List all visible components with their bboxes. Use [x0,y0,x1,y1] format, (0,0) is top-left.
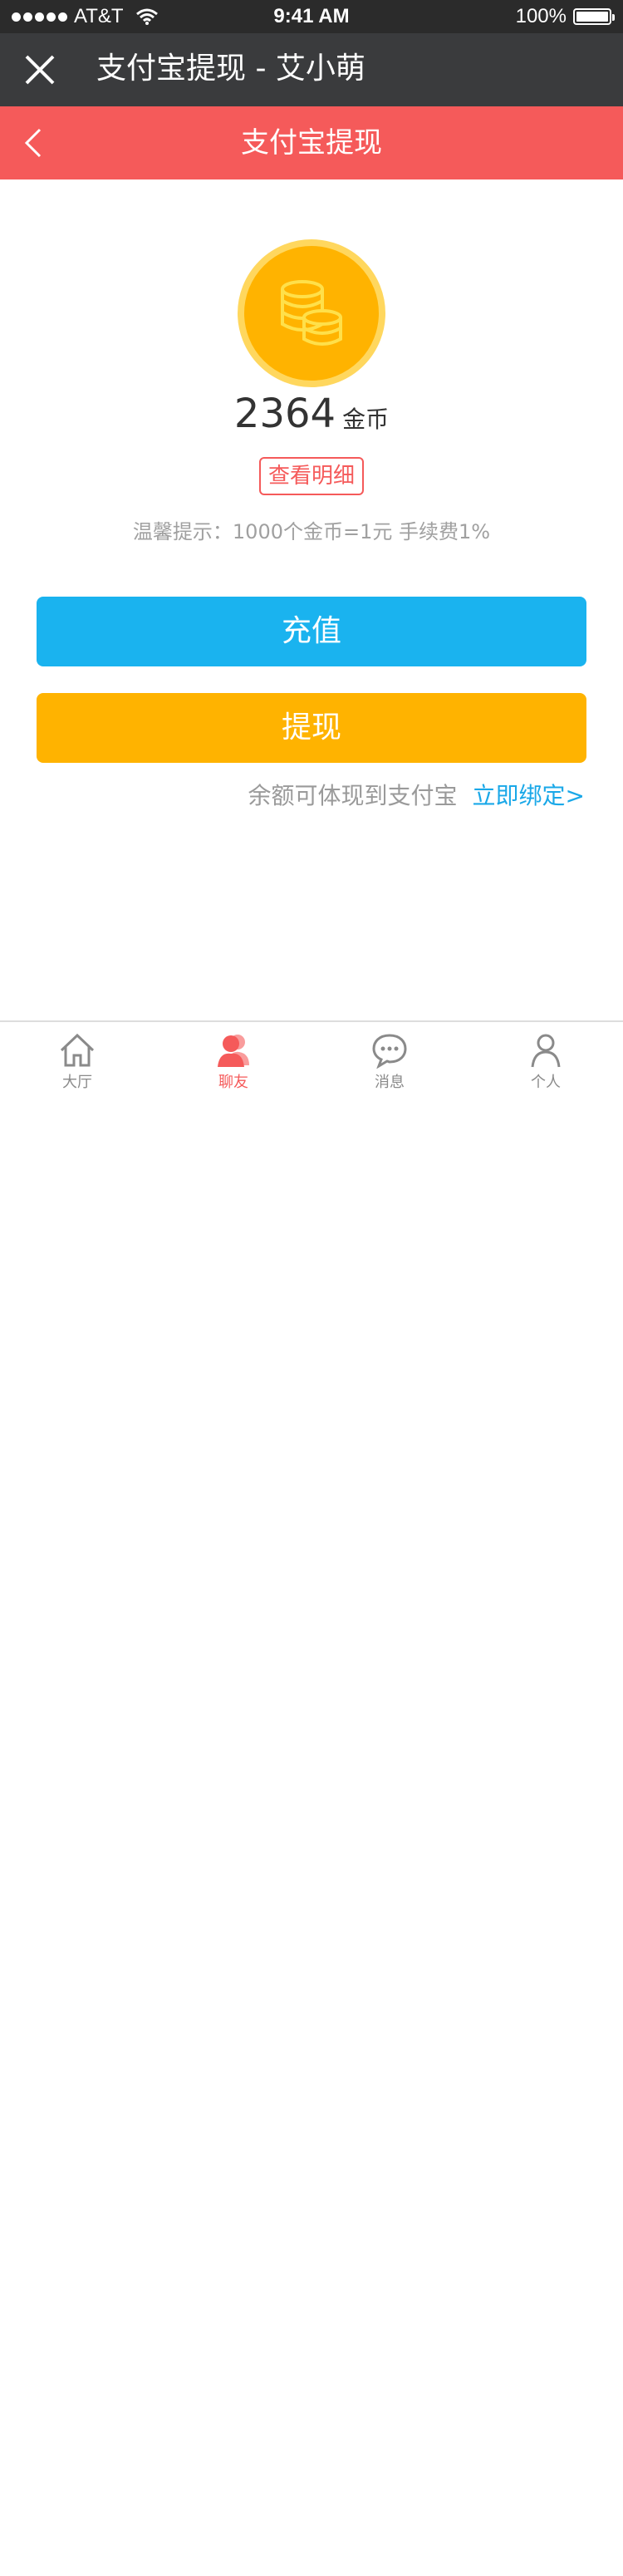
coin-balance: 2364 金币 [0,391,623,437]
home-icon [60,1033,95,1067]
webview-title-bar: 支付宝提现 - 艾小萌 [0,33,623,106]
view-details-button[interactable]: 查看明细 [259,457,364,495]
tab-label: 个人 [531,1074,561,1091]
bind-hint: 余额可体现到支付宝 [248,782,458,809]
message-icon [372,1034,407,1069]
coin-unit: 金币 [342,406,390,433]
battery-percent: 100% [515,5,567,27]
tab-label: 聊友 [218,1074,248,1091]
coins-badge [238,239,385,387]
recharge-button[interactable]: 充值 [37,597,586,666]
bind-alipay-row: 余额可体现到支付宝 立即绑定> [248,778,585,811]
person-icon [531,1034,561,1068]
bind-now-link[interactable]: 立即绑定> [473,782,585,809]
status-bar: AT&T 9:41 AM 100% [0,0,623,33]
tab-bar: 大厅 聊友 消息 个人 [0,1020,623,1104]
battery-icon [573,8,615,25]
tab-profile[interactable]: 个人 [500,1032,591,1092]
tab-label: 消息 [375,1074,405,1091]
page-header: 支付宝提现 [0,106,623,179]
webview-title: 支付宝提现 - 艾小萌 [96,52,365,86]
friends-icon [218,1035,249,1067]
withdraw-button[interactable]: 提现 [37,693,586,763]
coins-icon [281,280,342,346]
tab-label: 大厅 [62,1074,92,1091]
tab-lobby[interactable]: 大厅 [32,1032,123,1092]
exchange-tip: 温馨提示：1000个金币=1元 手续费1% [132,520,491,543]
coin-amount: 2364 [233,391,336,437]
tab-messages[interactable]: 消息 [344,1032,435,1092]
tab-friends[interactable]: 聊友 [188,1032,279,1092]
page-title: 支付宝提现 [241,126,382,160]
close-icon[interactable] [22,52,58,88]
battery-area: 100% [515,5,615,28]
